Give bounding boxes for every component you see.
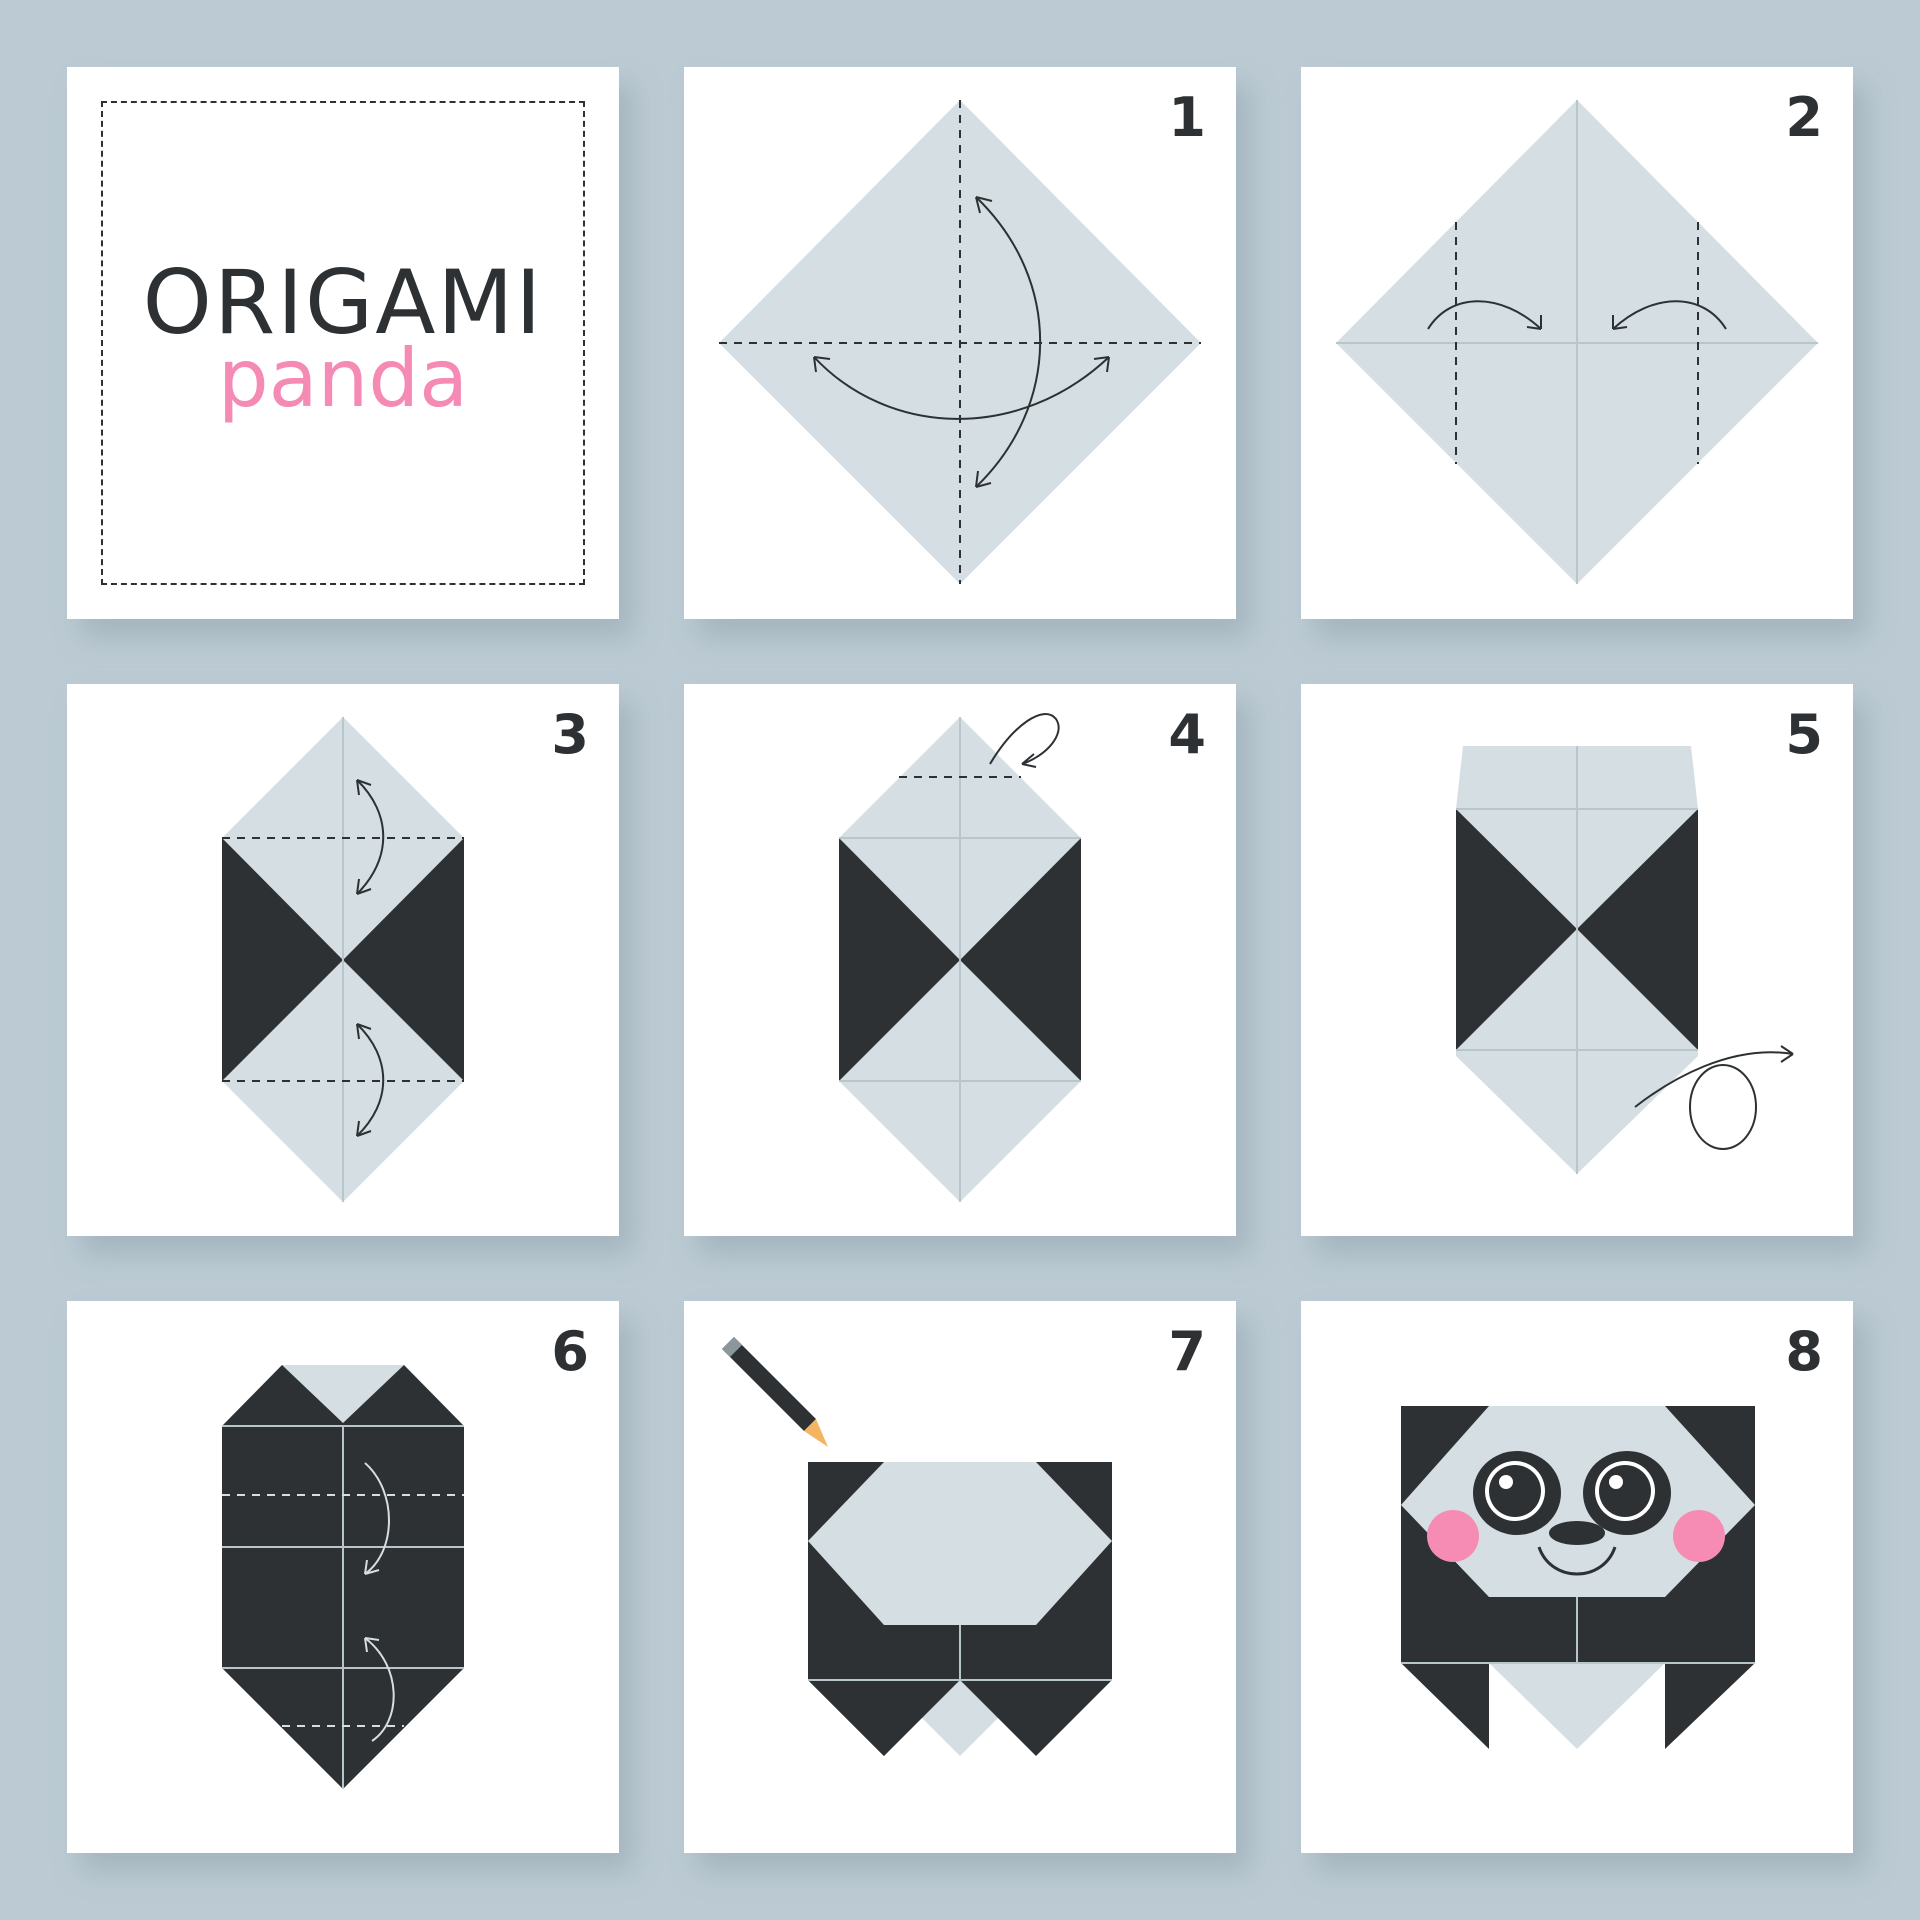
bottom-right-dark <box>1036 1680 1112 1756</box>
title-panda: panda <box>217 332 469 425</box>
step-4-diagram <box>839 713 1081 1202</box>
step-3-card: 3 <box>67 684 619 1236</box>
step-2-card: 2 <box>1301 67 1853 619</box>
step-3-diagram <box>222 717 464 1202</box>
step-5-card: 5 <box>1301 684 1853 1236</box>
panda-nose <box>1549 1521 1605 1545</box>
left-cheek <box>1427 1510 1479 1562</box>
left-eye-icon <box>1473 1451 1561 1535</box>
fold-arrow-icon <box>989 713 1060 765</box>
step-2-diagram <box>1336 100 1818 584</box>
right-eye-icon <box>1583 1451 1671 1535</box>
right-cheek <box>1673 1510 1725 1562</box>
step-8-card: 8 <box>1301 1301 1853 1853</box>
bottom-left-dark <box>808 1680 884 1756</box>
right-ear-bottom <box>1665 1663 1755 1749</box>
panda-chin <box>1489 1663 1665 1749</box>
step-1-card: 1 <box>684 67 1236 619</box>
step-1-diagram <box>719 100 1201 584</box>
step-8-diagram <box>1401 1406 1755 1749</box>
title-card: ORIGAMI panda <box>67 67 619 619</box>
left-ear-bottom <box>1401 1663 1489 1749</box>
step-5-diagram <box>1456 746 1794 1174</box>
step-6-diagram <box>222 1365 464 1789</box>
step-6-card: 6 <box>67 1301 619 1853</box>
step-7-diagram <box>722 1337 1112 1756</box>
step-7-card: 7 <box>684 1301 1236 1853</box>
pencil-icon <box>722 1337 828 1447</box>
step-4-card: 4 <box>684 684 1236 1236</box>
